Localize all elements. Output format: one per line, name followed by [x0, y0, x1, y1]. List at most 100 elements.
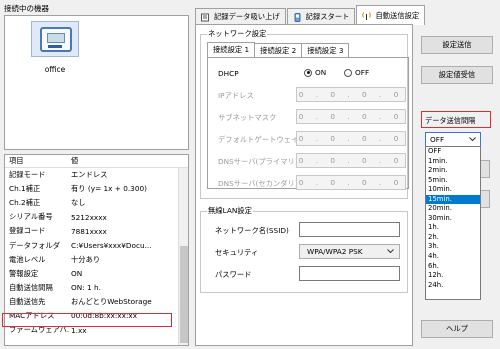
dhcp-on-label: ON: [315, 68, 327, 77]
dhcp-off-label: OFF: [355, 68, 370, 77]
row-key: データフォルダ: [9, 240, 61, 250]
main-tabs: 記録データ吸い上げ 記録スタート 自動送信設定: [195, 5, 426, 25]
subnet-mask-label: サブネットマスク: [218, 113, 277, 122]
row-value: 有り (y= 1x + 0.300): [71, 184, 147, 194]
radio-unselected-icon: [344, 68, 352, 77]
tab-start-recording[interactable]: 記録スタート: [286, 8, 356, 25]
ssid-label: ネットワーク名(SSID): [215, 226, 289, 235]
row-key: 登録コード: [9, 226, 46, 236]
dhcp-label: DHCP: [218, 69, 239, 78]
send-interval-highlight: [421, 111, 491, 128]
device-item[interactable]: office: [29, 21, 81, 74]
vertical-scrollbar[interactable]: [178, 168, 188, 345]
wireless-lan-group: 無線LAN設定 ネットワーク名(SSID) セキュリティ WPA/WPA2 PS…: [200, 206, 408, 293]
hidden-button-edge: [480, 190, 490, 208]
dropdown-option[interactable]: 4h.: [426, 252, 480, 262]
row-key: 記録モード: [9, 170, 46, 180]
dns-primary-label: DNSサーバ(プライマリ): [218, 157, 298, 166]
row-key: 電池レベル: [9, 254, 46, 264]
connected-devices-title: 接続中の機器: [4, 4, 49, 13]
subtab-connection-1[interactable]: 接続設定 1: [207, 42, 256, 57]
column-header-item: 項目: [9, 156, 24, 165]
table-body: 記録モード エンドレス Ch.1補正 有り (y= 1x + 0.300) Ch.2…: [5, 168, 188, 337]
subtab-connection-2[interactable]: 接続設定 2: [254, 43, 303, 57]
send-interval-dropdown-list: OFF 1min. 2min. 5min. 10min. 15min. 20mi…: [425, 146, 481, 300]
ssid-input[interactable]: [299, 222, 400, 237]
row-key: シリアル番号: [9, 212, 53, 222]
security-label: セキュリティ: [215, 248, 259, 257]
row-value: 1.xx: [71, 325, 87, 335]
table-row: Ch.2補正 なし: [5, 196, 188, 210]
table-row: 警報設定 ON: [5, 267, 188, 281]
row-value: エンドレス: [71, 170, 108, 180]
subtab-connection-3[interactable]: 接続設定 3: [301, 43, 350, 57]
wireless-lan-label: 無線LAN設定: [207, 206, 253, 216]
table-row: シリアル番号 5212xxxx: [5, 210, 188, 224]
row-value: C:¥Users¥xxx¥Docu...: [71, 241, 152, 251]
dns-primary-field: 0 . 0 . 0 . 0: [296, 153, 406, 168]
dropdown-option[interactable]: 20min.: [426, 204, 480, 214]
row-value: ON: [71, 269, 83, 279]
tab-download-data[interactable]: 記録データ吸い上げ: [195, 8, 286, 25]
dropdown-option-highlighted[interactable]: 15min.: [426, 194, 480, 205]
row-value: 7881xxxx: [71, 226, 107, 236]
antenna-icon: [362, 11, 372, 20]
tab-label: 記録データ吸い上げ: [214, 12, 280, 21]
dropdown-option[interactable]: 2h.: [426, 233, 480, 243]
default-gateway-label: デフォルトゲートウェイ: [218, 135, 299, 144]
table-row: 記録モード エンドレス: [5, 168, 188, 182]
row-key: MACアドレス: [9, 310, 55, 320]
hidden-button-edge: [480, 160, 490, 178]
dropdown-option[interactable]: 10min.: [426, 185, 480, 195]
table-row: 自動送信間隔 ON: 1 h.: [5, 281, 188, 295]
chevron-down-icon: [469, 135, 476, 144]
table-row: ファームウェアバ... 1.xx: [5, 323, 188, 337]
network-settings-group: ネットワーク設定 接続設定 1 接続設定 2 接続設定 3 DHCP ON OF…: [200, 29, 409, 199]
table-row: 自動送信先 おんどとりWebStorage: [5, 295, 188, 309]
connection-settings-body: DHCP ON OFF IPアドレス 0 . 0 . 0 . 0 サブネットマス…: [207, 57, 409, 190]
auto-send-settings-panel: ネットワーク設定 接続設定 1 接続設定 2 接続設定 3 DHCP ON OF…: [195, 24, 413, 346]
column-header-value: 値: [71, 156, 79, 165]
dropdown-option[interactable]: 3h.: [426, 242, 480, 252]
dropdown-option[interactable]: 1min.: [426, 157, 480, 167]
send-interval-selected: OFF: [430, 135, 445, 144]
dropdown-option[interactable]: 24h.: [426, 281, 480, 291]
subnet-mask-field: 0 . 0 . 0 . 0: [296, 109, 406, 124]
send-settings-button[interactable]: 設定送信: [421, 36, 493, 54]
row-value: 5212xxxx: [71, 212, 107, 222]
connection-subtabs: 接続設定 1 接続設定 2 接続設定 3: [207, 42, 350, 57]
security-select[interactable]: WPA/WPA2 PSK: [299, 244, 400, 259]
scrollbar-thumb[interactable]: [180, 246, 188, 343]
dropdown-option[interactable]: 5min.: [426, 176, 480, 186]
password-label: パスワード: [215, 270, 252, 279]
tab-label: 自動送信設定: [375, 10, 420, 20]
row-value: 00:0d:8b:xx:xx:xx: [71, 311, 138, 321]
table-header: 項目 値: [5, 155, 188, 168]
record-start-icon: [293, 12, 302, 22]
dropdown-option[interactable]: OFF: [426, 147, 480, 157]
download-data-icon: [201, 13, 210, 22]
default-gateway-field: 0 . 0 . 0 . 0: [296, 131, 406, 146]
dropdown-option[interactable]: 1h.: [426, 223, 480, 233]
dhcp-off-radio[interactable]: OFF: [344, 68, 369, 77]
dropdown-option[interactable]: 30min.: [426, 214, 480, 224]
password-input[interactable]: [299, 266, 400, 281]
dropdown-option[interactable]: 2min.: [426, 166, 480, 176]
row-key: 警報設定: [9, 268, 39, 278]
row-key: 自動送信間隔: [9, 282, 53, 292]
row-key: 自動送信先: [9, 296, 46, 306]
device-list: office: [4, 15, 189, 150]
help-button[interactable]: ヘルプ: [421, 320, 493, 338]
row-key: ファームウェアバ...: [9, 325, 69, 335]
send-interval-select[interactable]: OFF: [425, 132, 481, 147]
row-value: おんどとりWebStorage: [71, 296, 152, 306]
device-info-table: 項目 値 記録モード エンドレス Ch.1補正 有り (y= 1x + 0.300)…: [4, 154, 189, 346]
tab-label: 記録スタート: [305, 12, 350, 21]
ip-address-label: IPアドレス: [218, 91, 254, 100]
table-row: 登録コード 7881xxxx: [5, 224, 188, 238]
receive-settings-button[interactable]: 設定値受信: [421, 66, 493, 84]
dropdown-option[interactable]: 12h.: [426, 271, 480, 281]
dropdown-option[interactable]: 6h.: [426, 262, 480, 272]
tab-auto-send-settings[interactable]: 自動送信設定: [356, 5, 426, 25]
dhcp-on-radio[interactable]: ON: [304, 68, 326, 77]
